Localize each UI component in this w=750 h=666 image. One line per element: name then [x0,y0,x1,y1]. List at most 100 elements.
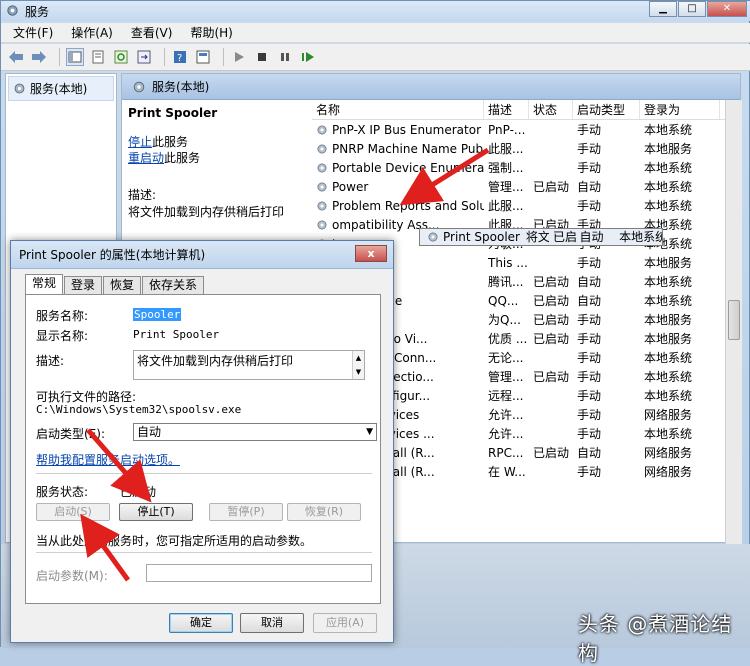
cell-logon: 本地系统 [644,199,693,213]
help-configure-link[interactable]: 帮助我配置服务启动选项。 [36,451,180,468]
refresh-icon[interactable] [112,48,130,66]
menu-view[interactable]: 查看(V) [131,24,173,41]
cell-desc: 强制... [488,161,524,175]
cell-desc: 此服... [488,199,524,213]
startup-type-select[interactable]: 自动 ▼ [133,423,377,441]
watermark: 头条 @煮酒论结构 [578,612,733,665]
gear-icon [317,220,327,229]
dialog-close-button[interactable]: x [355,245,387,262]
service-name-value[interactable]: Spooler [133,308,182,321]
description-textbox[interactable]: 将文件加载到内存供稍后打印 ▲ ▼ [133,350,365,380]
pause-button[interactable]: 暂停(P) [209,503,283,521]
cell-logon: 本地服务 [644,256,693,270]
tab-recovery[interactable]: 恢复 [103,276,142,294]
cell-desc: 无论... [488,351,524,365]
cell-startup: 手动 [577,389,602,403]
start-button[interactable]: 启动(S) [36,503,110,521]
cell-desc: This ... [488,255,528,270]
pause-service-icon[interactable] [276,48,294,66]
col-name[interactable]: 名称 [312,100,484,119]
cell-name: PNRP Machine Name Publ... [312,142,484,156]
back-icon[interactable] [7,48,25,66]
table-row[interactable]: PNRP Machine Name Publ... 此服... 手动 本地服务 [312,139,742,158]
display-name-value[interactable]: Print Spooler [133,328,219,341]
startup-type-value: 自动 [137,425,162,439]
cancel-button[interactable]: 取消 [240,613,304,633]
stop-service-link[interactable]: 停止 [128,135,152,149]
minimize-button[interactable]: ▁ [649,1,677,17]
tab-general[interactable]: 常规 [25,274,64,294]
cell-logon: 本地系统 [644,351,693,365]
cell-logon: 网络服务 [644,408,693,422]
help-icon[interactable]: ? [171,48,189,66]
table-row[interactable]: PnP-X IP Bus Enumerator PnP-... 手动 本地系统 [312,120,742,139]
table-row[interactable]: Power 管理... 已启动 自动 本地系统 [312,177,742,196]
window-title: 服务 [25,5,50,19]
cell-status: 已启动 [533,275,570,289]
tree-item-services-local[interactable]: 服务(本地) [8,76,114,101]
cell-status: 已启动 [533,370,570,384]
cell-desc: 允许... [488,408,524,422]
cell-desc: 将文... [525,230,549,244]
cell-startup: 手动 [577,123,602,137]
cell-startup: 手动 [577,313,602,327]
restart-service-link[interactable]: 重启动 [128,151,164,165]
path-value: C:\Windows\System32\spoolsv.exe [36,403,242,416]
menu-help[interactable]: 帮助(H) [190,24,232,41]
col-logon[interactable]: 登录为 [640,100,720,119]
cell-desc: QQ... [488,293,519,308]
vertical-scrollbar[interactable] [725,100,742,544]
cell-desc: 管理... [488,370,524,384]
start-service-icon[interactable] [230,48,248,66]
properties-icon[interactable] [89,48,107,66]
service-name-label: 服务名称: [36,309,89,323]
textbox-scrollbar[interactable]: ▲ ▼ [352,351,364,379]
cell-startup: 手动 [577,408,602,422]
export-icon[interactable] [135,48,153,66]
cell-status: 已启动 [533,180,570,194]
close-button[interactable]: ✕ [707,1,747,17]
cell-logon: 本地服务 [644,332,693,346]
forward-icon[interactable] [30,48,48,66]
menu-action[interactable]: 操作(A) [71,24,113,41]
cell-logon: 本地服务 [644,313,693,327]
tab-logon[interactable]: 登录 [64,276,103,294]
maximize-button[interactable]: □ [678,1,706,17]
cell-desc: 优质 ... [488,332,528,346]
dialog-title: Print Spooler 的属性(本地计算机) [19,248,206,262]
resume-button[interactable]: 恢复(R) [287,503,361,521]
cell-name: Print Spooler [423,229,522,245]
cell-startup: 手动 [577,427,602,441]
cell-startup: 手动 [577,465,602,479]
col-desc[interactable]: 描述 [484,100,529,119]
start-params-input[interactable] [146,564,372,582]
cell-logon: 本地系统 [644,275,693,289]
cell-name: Portable Device Enumera... [312,161,484,175]
chevron-down-icon: ▼ [366,427,373,437]
apply-button[interactable]: 应用(A) [313,613,377,633]
gear-icon [14,83,25,94]
tab-dependencies[interactable]: 依存关系 [142,276,205,294]
cell-status: 已启动 [533,446,570,460]
col-startup[interactable]: 启动类型 [573,100,640,119]
table-row[interactable]: Portable Device Enumera... 强制... 手动 本地系统 [312,158,742,177]
toolbar: ? [1,44,750,71]
gear-icon [317,201,327,210]
table-row[interactable]: Print Spooler将文...已启动自动 本地系统 [419,228,663,246]
gear-icon [317,125,327,134]
mmc-icon[interactable] [194,48,212,66]
start-params-hint: 当从此处启动服务时，您可指定所适用的启动参数。 [36,534,313,548]
col-status[interactable]: 状态 [529,100,573,119]
menu-file[interactable]: 文件(F) [13,24,53,41]
ok-button[interactable]: 确定 [169,613,233,633]
cell-startup: 手动 [577,256,602,270]
table-row[interactable]: Problem Reports and Solu... 此服... 手动 本地系统 [312,196,742,215]
console-tree-icon[interactable] [66,48,84,66]
stop-service-icon[interactable] [253,48,271,66]
desc-label: 描述: [128,188,157,202]
restart-service-icon[interactable] [299,48,317,66]
cell-logon: 网络服务 [644,465,693,479]
desc-text: 将文件加载到内存供稍后打印 [128,205,285,219]
stop-button[interactable]: 停止(T) [119,503,193,521]
cell-logon: 本地系统 [644,389,693,403]
